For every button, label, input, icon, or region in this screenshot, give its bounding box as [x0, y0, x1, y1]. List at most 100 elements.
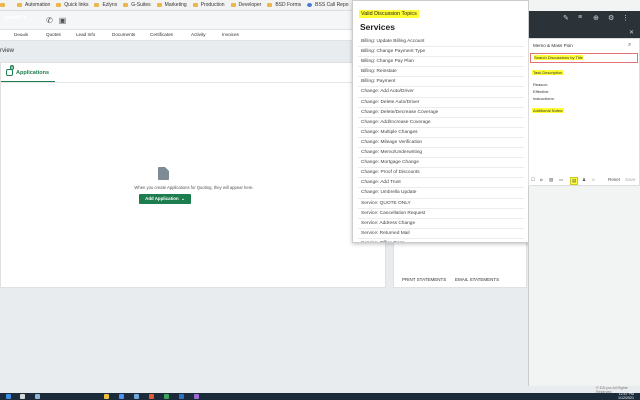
- save-button[interactable]: Save: [625, 177, 635, 182]
- add-application-button[interactable]: Add Application ⌄: [139, 194, 191, 204]
- settings-icon[interactable]: ⚙: [608, 14, 614, 22]
- tab-quotes[interactable]: Quotes: [46, 32, 61, 37]
- bookmark-item[interactable]: Automation: [17, 0, 56, 11]
- applications-icon: 0: [6, 65, 15, 76]
- building-icon[interactable]: ⌂: [592, 177, 595, 182]
- document-icon: [158, 167, 169, 180]
- search-taskbar-icon[interactable]: [20, 394, 25, 399]
- bookmark-item[interactable]: Ezlynx: [94, 0, 123, 11]
- bookmark-label: Marketing: [164, 2, 187, 8]
- topic-option[interactable]: Service: QUOTE ONLY: [358, 199, 524, 209]
- chevron-down-icon: ⌄: [179, 196, 185, 201]
- bookmark-item[interactable]: BSD Forms: [267, 0, 307, 11]
- topic-option[interactable]: Billing: Change Pay Plan: [358, 57, 524, 68]
- tab-documents[interactable]: Documents: [112, 32, 135, 37]
- app-icon[interactable]: [134, 394, 139, 399]
- topic-option[interactable]: Service: Cancellation Request: [358, 209, 524, 219]
- image-icon[interactable]: ▧: [549, 177, 553, 183]
- link-icon: [307, 3, 313, 7]
- topic-option[interactable]: Billing: Update Billing Account: [358, 37, 524, 48]
- bookmark-label: Production: [200, 2, 225, 8]
- tab-activity[interactable]: Activity: [191, 32, 206, 37]
- folder-icon: [192, 3, 198, 7]
- folder-icon: [156, 3, 162, 7]
- clock-date: 1/12/2021: [618, 396, 634, 400]
- topic-option[interactable]: Service: Office Docs: [358, 239, 524, 242]
- topic-option[interactable]: Change: Memo/Underwriting: [358, 148, 524, 159]
- system-clock: 12:47 PM 1/12/2021: [618, 392, 634, 400]
- bookmark-item[interactable]: Quick links: [56, 0, 94, 11]
- task-description-label: Task Description: [532, 70, 564, 75]
- topic-option[interactable]: Change: Multiple Changes: [358, 128, 524, 138]
- explorer-icon[interactable]: [104, 394, 109, 399]
- topic-option[interactable]: Change: Add Trust: [358, 178, 524, 189]
- user-name[interactable]: upsale1 ▾: [4, 15, 27, 21]
- list-icon[interactable]: ≡: [578, 14, 582, 21]
- tab-certificates[interactable]: Certificates: [150, 32, 173, 37]
- add-application-label: Add Application: [145, 196, 179, 201]
- title-placeholder: Search Discussions by Title: [534, 55, 583, 60]
- close-icon[interactable]: ✕: [629, 29, 634, 36]
- attach-icon[interactable]: ⌀: [540, 177, 543, 183]
- title-field[interactable]: Search Discussions by Title: [530, 53, 638, 63]
- teams-icon[interactable]: [194, 394, 199, 399]
- people-icon[interactable]: ♟: [582, 177, 586, 183]
- topic-option[interactable]: Billing: Payment: [358, 77, 524, 88]
- checkbox-icon[interactable]: ☐: [531, 177, 535, 183]
- reset-button[interactable]: Reset: [608, 177, 620, 182]
- email-statements-tab[interactable]: EMAIL STATEMENTS: [455, 277, 499, 282]
- folder-icon: [56, 3, 62, 7]
- tab-invoices[interactable]: Invoices: [222, 32, 239, 37]
- tab-applications[interactable]: 0 Applications: [6, 65, 49, 76]
- tab-lead-info[interactable]: Lead Info: [76, 32, 95, 37]
- effective-label: Effective:: [533, 89, 550, 94]
- page-title: rview: [0, 48, 15, 54]
- topic-option[interactable]: Change: Add Auto/Driver: [358, 87, 524, 98]
- more-icon[interactable]: ⋮: [622, 14, 629, 22]
- topic-option[interactable]: Change: Mileage Verification: [358, 138, 524, 149]
- taskbar: [0, 393, 640, 400]
- dropdown-section-title: Services: [360, 22, 395, 32]
- bookmark-item[interactable]: Production: [192, 0, 231, 11]
- taskview-icon[interactable]: [35, 394, 40, 399]
- topic-option[interactable]: Service: Returned Mail: [358, 229, 524, 239]
- topic-option[interactable]: Change: Delete Auto/Driver: [358, 98, 524, 108]
- start-icon[interactable]: [6, 394, 11, 399]
- sitemap-icon[interactable]: ⊕: [593, 14, 599, 22]
- chat-icon[interactable]: ▣: [58, 16, 67, 25]
- topic-option[interactable]: Change: Add/Increase Coverage: [358, 118, 524, 128]
- bookmark-item[interactable]: Developer: [230, 0, 268, 11]
- excel-icon[interactable]: [164, 394, 169, 399]
- topic-search-input[interactable]: Memo & Mass Poin: [533, 43, 573, 48]
- reason-label: Reason:: [533, 82, 548, 87]
- chrome-icon[interactable]: [149, 394, 154, 399]
- topic-option[interactable]: Change: Delete/Decrease Coverage: [358, 108, 524, 118]
- add-note-title: Add Note: [4, 30, 27, 36]
- topic-option[interactable]: Billing: Change Payment Type: [358, 47, 524, 58]
- bookmark-item[interactable]: BSS Call Repo: [307, 0, 354, 11]
- word-icon[interactable]: [179, 394, 184, 399]
- discussion-topics-dropdown: Valid Discussion Topics Services Billing…: [352, 0, 535, 243]
- folder-icon: [123, 3, 129, 7]
- edit-icon[interactable]: ✎: [563, 14, 569, 22]
- bookmark-item[interactable]: Marketing: [156, 0, 193, 11]
- search-icon[interactable]: ⌕: [628, 42, 633, 49]
- highlight-icon[interactable]: ▤: [570, 177, 579, 185]
- topic-option[interactable]: Billing: Reinstate: [358, 67, 524, 78]
- topic-option[interactable]: Change: Mortgage Change: [358, 158, 524, 169]
- topic-option[interactable]: Service: Address Change: [358, 219, 524, 229]
- bookmark-label: Automation: [25, 2, 51, 8]
- topic-option[interactable]: Change: Umbrella Update: [358, 188, 524, 199]
- client-tabs: Details Quotes Lead Info Documents Certi…: [0, 30, 352, 41]
- user-label: upsale1: [4, 15, 23, 21]
- topic-list: Billing: Update Billing Account Billing: …: [358, 37, 524, 242]
- folder-icon: [267, 3, 273, 7]
- phone-icon[interactable]: ✆: [45, 16, 54, 25]
- print-statements-tab[interactable]: PRINT STATEMENTS: [402, 277, 446, 282]
- topic-option[interactable]: Change: Proof of Discounts: [358, 168, 524, 179]
- outlook-icon[interactable]: [119, 394, 124, 399]
- empty-state-text: When you create Applications for Quoting…: [134, 185, 254, 190]
- folder-icon[interactable]: ▭: [559, 177, 563, 183]
- bookmark-item[interactable]: G-Suites: [123, 0, 156, 11]
- bookmark-item[interactable]: [0, 0, 17, 11]
